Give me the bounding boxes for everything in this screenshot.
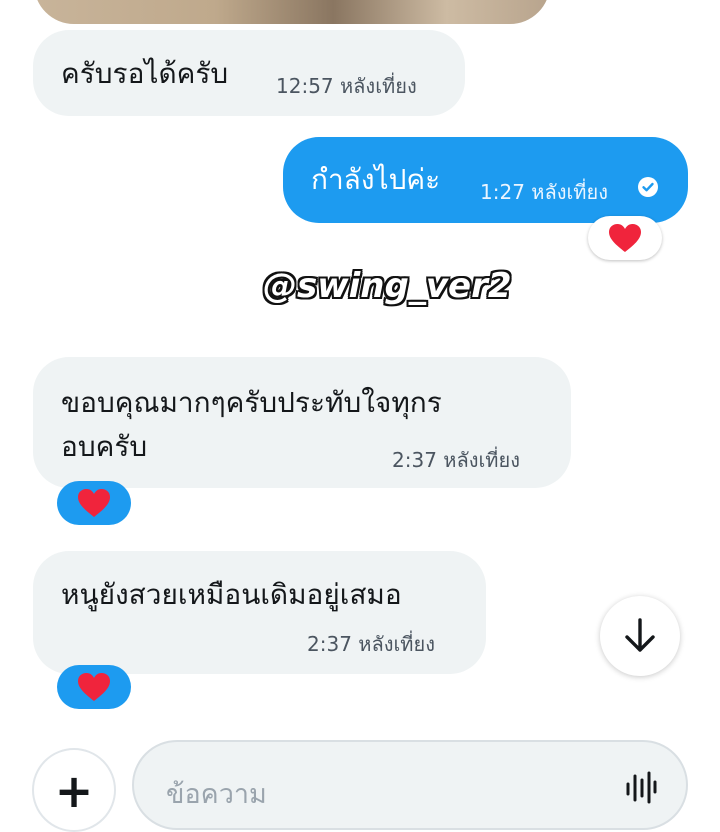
message-time: 12:57 หลังเที่ยง	[276, 74, 417, 98]
audio-wave-icon[interactable]	[624, 770, 658, 804]
plus-icon: +	[54, 764, 94, 818]
reaction-badge[interactable]	[57, 481, 131, 525]
message-text-line: ขอบคุณมากๆครับประทับใจทุกร	[61, 386, 442, 419]
message-text-line: อบครับ	[61, 430, 148, 463]
shared-image-preview[interactable]	[34, 0, 550, 24]
message-text: หนูยังสวยเหมือนเดิมอยู่เสมอ	[61, 578, 402, 611]
message-bubble-incoming[interactable]: หนูยังสวยเหมือนเดิมอยู่เสมอ 2:37 หลังเที…	[33, 551, 486, 674]
message-time: 1:27 หลังเที่ยง	[480, 180, 608, 204]
heart-icon	[609, 224, 641, 252]
sent-check-icon	[638, 177, 658, 197]
message-text: ครับรอได้ครับ	[61, 57, 229, 90]
message-composer[interactable]: ข้อความ	[132, 740, 688, 830]
reaction-badge[interactable]	[57, 665, 131, 709]
message-bubble-incoming[interactable]: ครับรอได้ครับ 12:57 หลังเที่ยง	[33, 30, 465, 116]
message-input-placeholder: ข้อความ	[166, 779, 267, 810]
heart-icon	[78, 673, 110, 701]
watermark-text: @swing_ver2	[263, 266, 512, 306]
message-time: 2:37 หลังเที่ยง	[392, 448, 520, 472]
heart-icon	[78, 489, 110, 517]
arrow-down-icon	[625, 618, 655, 652]
reaction-badge[interactable]	[588, 216, 662, 260]
message-bubble-incoming[interactable]: ขอบคุณมากๆครับประทับใจทุกร อบครับ 2:37 ห…	[33, 357, 571, 488]
scroll-to-bottom-button[interactable]	[600, 596, 680, 676]
message-time: 2:37 หลังเที่ยง	[307, 632, 435, 656]
add-attachment-button[interactable]: +	[32, 748, 116, 832]
message-bubble-outgoing[interactable]: กำลังไปค่ะ 1:27 หลังเที่ยง	[283, 137, 688, 223]
message-text: กำลังไปค่ะ	[311, 163, 441, 196]
